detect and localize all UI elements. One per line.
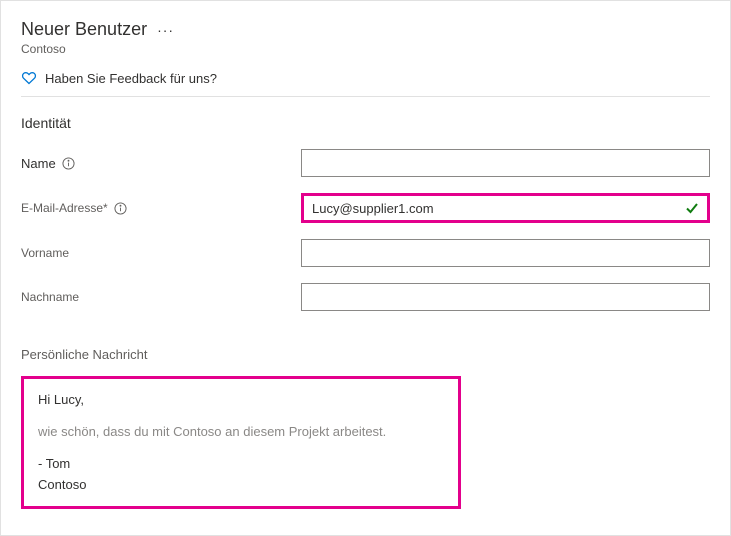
message-section-title: Persönliche Nachricht (21, 347, 710, 362)
lastname-label: Nachname (21, 290, 301, 304)
lastname-input[interactable] (301, 283, 710, 311)
message-greeting: Hi Lucy, (38, 391, 444, 409)
feedback-link[interactable]: Haben Sie Feedback für uns? (21, 70, 710, 86)
more-actions-icon[interactable]: ··· (157, 22, 174, 38)
email-input[interactable] (304, 196, 707, 220)
name-row: Name (21, 149, 710, 177)
identity-section-title: Identität (21, 115, 710, 131)
check-icon (685, 201, 699, 215)
email-label: E-Mail-Adresse* (21, 201, 301, 215)
page-subtitle: Contoso (21, 42, 710, 56)
name-input[interactable] (301, 149, 710, 177)
page-header: Neuer Benutzer ··· Contoso (21, 19, 710, 56)
name-label: Name (21, 156, 301, 171)
message-section: Persönliche Nachricht Hi Lucy, wie schön… (21, 347, 710, 509)
heart-icon (21, 70, 37, 86)
lastname-row: Nachname (21, 283, 710, 311)
page-title: Neuer Benutzer (21, 19, 147, 40)
message-signature-name: - Tom (38, 455, 444, 473)
info-icon[interactable] (62, 157, 75, 170)
email-row: E-Mail-Adresse* (21, 193, 710, 223)
info-icon[interactable] (114, 202, 127, 215)
firstname-row: Vorname (21, 239, 710, 267)
firstname-label: Vorname (21, 246, 301, 260)
firstname-input[interactable] (301, 239, 710, 267)
message-signature-company: Contoso (38, 476, 444, 494)
divider (21, 96, 710, 97)
message-body: wie schön, dass du mit Contoso an diesem… (38, 423, 444, 441)
feedback-text: Haben Sie Feedback für uns? (45, 71, 217, 86)
message-box[interactable]: Hi Lucy, wie schön, dass du mit Contoso … (21, 376, 461, 509)
